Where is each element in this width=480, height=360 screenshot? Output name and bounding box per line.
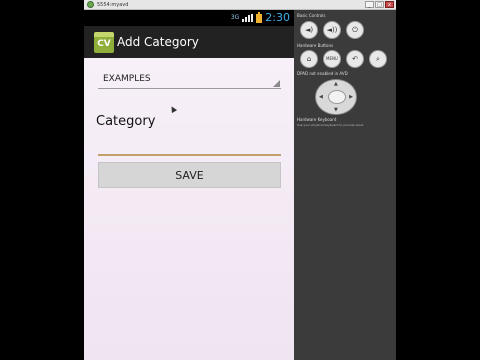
- emulator-window: 5554:myavd _ □ x 3G 2:30 CV Add Category: [84, 0, 396, 360]
- dpad-down-icon[interactable]: ▼: [334, 107, 338, 113]
- network-type: 3G: [230, 14, 240, 21]
- search-button[interactable]: ⌕: [369, 50, 387, 68]
- mouse-cursor-icon: [168, 104, 178, 114]
- keyboard-heading: Hardware Keyboard: [297, 117, 337, 122]
- menu-button[interactable]: MENU: [323, 50, 341, 68]
- phone-screen: 3G 2:30 CV Add Category EXAMPLES Categor…: [84, 10, 294, 360]
- window-title: 5554:myavd: [97, 2, 129, 8]
- category-label: Category: [96, 114, 156, 129]
- minimize-button[interactable]: _: [365, 1, 374, 8]
- power-button[interactable]: ⏻: [346, 21, 364, 39]
- back-button[interactable]: ↶: [346, 50, 364, 68]
- save-button[interactable]: SAVE: [98, 162, 281, 188]
- status-icons: 3G 2:30: [231, 10, 290, 26]
- dpad-control[interactable]: ▲ ▼ ◀ ▶: [315, 79, 357, 115]
- category-type-spinner[interactable]: EXAMPLES: [98, 72, 281, 89]
- signal-icon: [242, 14, 254, 22]
- category-input[interactable]: [98, 136, 281, 156]
- status-clock: 2:30: [265, 11, 290, 24]
- window-buttons: _ □ x: [365, 1, 394, 8]
- volume-up-button[interactable]: ◄)): [323, 21, 341, 39]
- dpad-right-icon[interactable]: ▶: [349, 94, 353, 100]
- home-button[interactable]: ⌂: [300, 50, 318, 68]
- dpad-left-icon[interactable]: ◀: [319, 94, 323, 100]
- app-logo-text: CV: [97, 39, 111, 49]
- add-category-form: EXAMPLES Category SAVE: [84, 58, 294, 360]
- emulator-controls: Basic Controls ◄) ◄)) ⏻ Hardware Buttons…: [294, 10, 396, 360]
- app-logo-icon[interactable]: CV: [94, 32, 114, 53]
- volume-down-button[interactable]: ◄): [300, 21, 318, 39]
- keyboard-note: Use your physical keyboard to provide in…: [297, 123, 364, 127]
- window-titlebar: 5554:myavd _ □ x: [84, 0, 396, 10]
- battery-icon: [256, 11, 263, 23]
- spinner-arrow-icon: [273, 80, 280, 87]
- dpad-heading: DPAD not enabled in AVD: [297, 71, 348, 76]
- maximize-button[interactable]: □: [375, 1, 384, 8]
- spinner-selected-value: EXAMPLES: [103, 74, 151, 84]
- screen: 5554:myavd _ □ x 3G 2:30 CV Add Category: [0, 0, 480, 360]
- status-bar: 3G 2:30: [84, 10, 294, 26]
- dpad-up-icon[interactable]: ▲: [334, 81, 338, 87]
- emulator-app-icon: [87, 1, 94, 8]
- basic-controls-heading: Basic Controls: [297, 13, 326, 18]
- dpad-center-button[interactable]: [328, 90, 346, 104]
- hardware-buttons-heading: Hardware Buttons: [297, 43, 334, 48]
- close-button[interactable]: x: [385, 1, 394, 8]
- action-bar: CV Add Category: [84, 26, 294, 58]
- screen-title: Add Category: [117, 35, 199, 49]
